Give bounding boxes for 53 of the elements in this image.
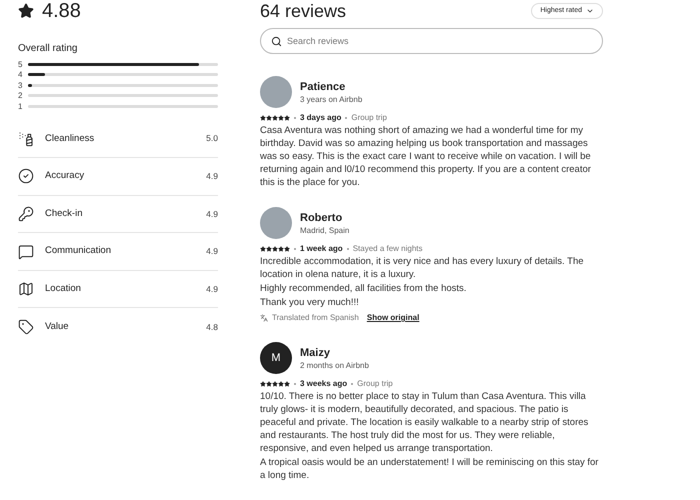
rating-number: 2 <box>18 91 22 100</box>
review-text: Incredible accommodation, it is very nice and has every luxury of details. The location in olena nature, it is a luxury. <box>260 255 585 281</box>
trip-type: Group trip <box>351 113 387 123</box>
reviewer-name: Maizy <box>300 346 331 360</box>
check-circle-icon <box>18 168 34 184</box>
review-text: A tropical oasis would be an understatement! I will be reminiscing on this stay for a long time. <box>260 456 600 482</box>
category-score: 4.8 <box>206 320 218 334</box>
rating-number: 1 <box>18 102 22 111</box>
reviewer-subtitle: 2 months on Airbnb <box>300 360 369 370</box>
translation-note: Translated from Spanish <box>272 312 359 324</box>
review-text: Thank you very much!!! <box>260 296 360 309</box>
category-score: 4.9 <box>206 282 218 296</box>
category-score: 4.9 <box>206 208 218 220</box>
rating-number: 3 <box>18 80 22 90</box>
trip-type: Group trip <box>357 379 393 389</box>
category-score: 4.9 <box>206 170 218 183</box>
reviewer-name: Patience <box>300 80 346 94</box>
category-score: 5.0 <box>206 132 218 146</box>
category-score: 4.9 <box>206 245 218 258</box>
photo-placeholder <box>260 76 292 108</box>
tag-icon <box>18 319 34 336</box>
key-icon <box>18 206 34 222</box>
review-date: 3 days ago <box>300 113 342 123</box>
category-label: Value <box>45 320 70 334</box>
category-label: Location <box>45 282 82 296</box>
review-count: 64 reviews <box>260 0 346 22</box>
rating-number: 5 <box>18 60 22 69</box>
review-text: 10/10. There is no better place to stay in Tulum than Casa Aventura. This villa truly glows- it is modern, beautifully decorated, and spacious. The patio is peaceful and private. The location is easily walkable to a nearby strip of stores and restaurants. The host truly did the most for us. They were reliable, responsive, and even helped us arrange transportation. <box>260 390 590 455</box>
search-icon <box>271 36 282 46</box>
map-icon <box>18 281 34 298</box>
category-label: Communication <box>45 244 112 258</box>
photo-placeholder <box>260 207 292 239</box>
speech-bubble-icon <box>18 244 34 260</box>
review-date: 3 weeks ago <box>300 379 348 389</box>
review-text: Casa Aventura was nothing short of amazing we had a wonderful time for my birthday. David was so amazing helping us book transportation and massages was so easy. This is the exact care I want to receive while on vacation. I will be returning again and l0/10 recommend this property. If you are a content creator this is the place for you. <box>260 124 592 189</box>
chevron-down-icon <box>586 7 594 15</box>
star-icon <box>18 3 34 19</box>
reviewer-subtitle: Madrid, Spain <box>300 224 350 236</box>
category-label: Check-in <box>45 206 84 221</box>
review-text: Highly recommended, all facilities from the hosts. <box>260 282 468 295</box>
avatar: M <box>260 342 292 374</box>
reviewer-subtitle: 3 years on Airbnb <box>300 94 362 104</box>
overall-rating-label: Overall rating <box>18 42 78 56</box>
reviewer-name: Roberto <box>300 210 344 224</box>
rating-number: 4 <box>18 70 22 80</box>
category-label: Cleanliness <box>45 132 96 146</box>
category-label: Accuracy <box>45 169 86 184</box>
search-field[interactable]: Search reviews <box>260 28 603 54</box>
show-original-link[interactable]: Show original <box>366 312 420 324</box>
review-date: 1 week ago <box>300 244 343 254</box>
average-score: 4.88 <box>42 0 81 22</box>
trip-type: Stayed a few nights <box>352 244 423 254</box>
translate-icon <box>260 314 268 322</box>
